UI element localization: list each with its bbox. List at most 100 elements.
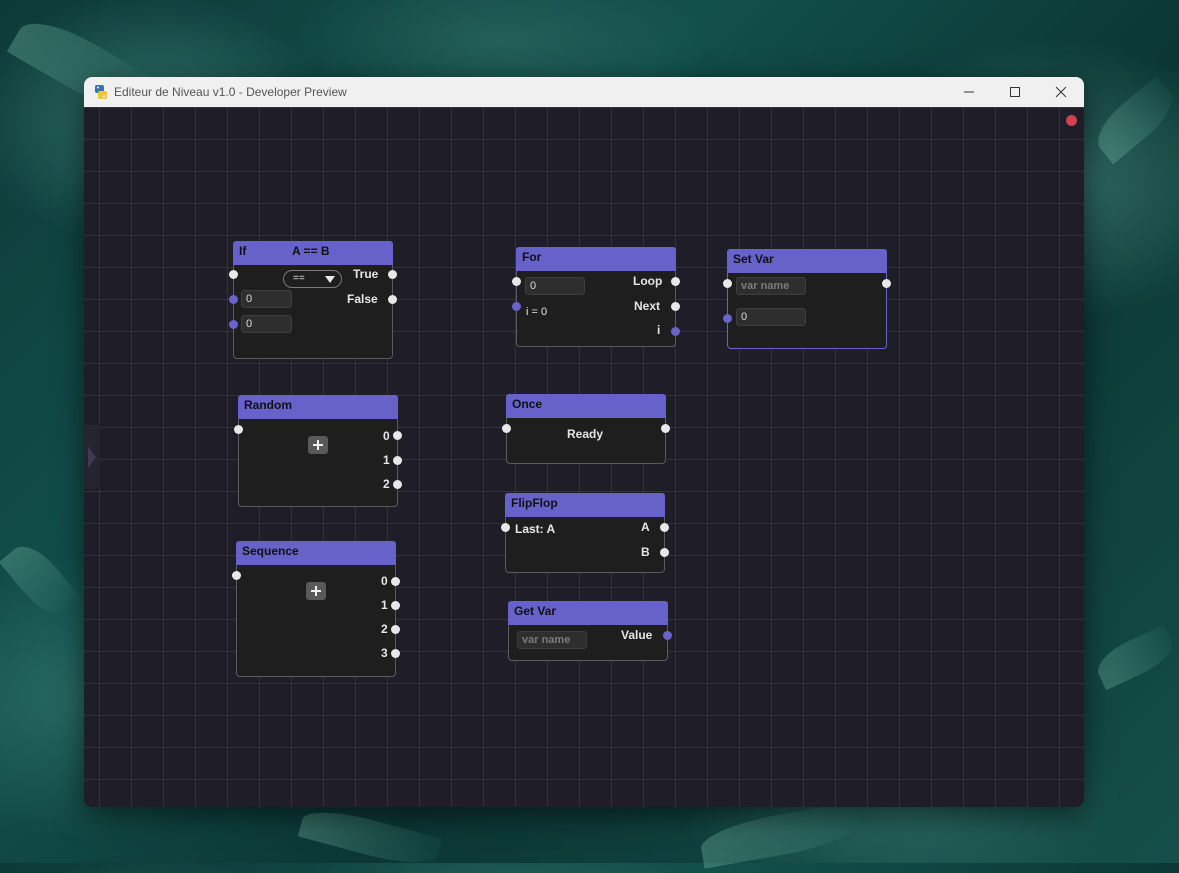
- maximize-icon: [1010, 87, 1020, 97]
- add-output-button[interactable]: [306, 582, 326, 600]
- output-port[interactable]: [393, 456, 402, 465]
- node-title: Sequence: [242, 544, 299, 558]
- input-a-port[interactable]: [229, 295, 238, 304]
- loop-output-label: Loop: [633, 274, 663, 288]
- set-var-node[interactable]: Set Var var name 0: [723, 249, 891, 349]
- output-port[interactable]: [391, 625, 400, 634]
- a-output-label: A: [641, 520, 650, 534]
- background-leaf: [1087, 75, 1179, 165]
- side-panel-toggle[interactable]: [84, 425, 100, 489]
- value-input-port[interactable]: [723, 314, 732, 323]
- output-port[interactable]: [391, 601, 400, 610]
- get-var-node[interactable]: Get Var var name Value: [508, 601, 672, 661]
- node-header[interactable]: For: [516, 247, 676, 271]
- sequence-node[interactable]: Sequence 0 1 2 3: [232, 541, 400, 677]
- node-canvas[interactable]: If A == B == 0 0 True False For 0 i = 0 …: [84, 107, 1084, 807]
- for-node[interactable]: For 0 i = 0 Loop Next i: [512, 247, 680, 347]
- exec-input-port[interactable]: [234, 425, 243, 434]
- output-port[interactable]: [391, 577, 400, 586]
- minimize-icon: [964, 91, 974, 93]
- node-title: If: [239, 244, 247, 258]
- index-label: i = 0: [526, 306, 548, 318]
- exec-input-port[interactable]: [232, 571, 241, 580]
- node-header[interactable]: Get Var: [508, 601, 668, 625]
- b-output-port[interactable]: [660, 548, 669, 557]
- count-input-port[interactable]: [512, 302, 521, 311]
- once-node[interactable]: Once Ready: [502, 394, 670, 464]
- node-title: Random: [244, 398, 292, 412]
- node-header[interactable]: Once: [506, 394, 666, 418]
- output-label: 0: [381, 574, 388, 588]
- node-title: Set Var: [733, 252, 774, 266]
- output-port[interactable]: [391, 649, 400, 658]
- maximize-button[interactable]: [992, 77, 1038, 107]
- title-bar[interactable]: Editeur de Niveau v1.0 - Developer Previ…: [84, 77, 1084, 107]
- a-output-port[interactable]: [660, 523, 669, 532]
- exec-output-port[interactable]: [661, 424, 670, 433]
- node-title: FlipFlop: [511, 496, 558, 510]
- b-output-label: B: [641, 545, 650, 559]
- last-state-label: Last: A: [515, 522, 556, 536]
- editor-window: Editeur de Niveau v1.0 - Developer Previ…: [84, 77, 1084, 807]
- value-output-label: Value: [621, 628, 653, 642]
- window-title: Editeur de Niveau v1.0 - Developer Previ…: [114, 85, 347, 99]
- operator-select[interactable]: ==: [283, 270, 342, 288]
- node-header[interactable]: FlipFlop: [505, 493, 665, 517]
- node-header[interactable]: Random: [238, 395, 398, 419]
- value-field[interactable]: 0: [736, 308, 806, 326]
- exec-input-port[interactable]: [502, 424, 511, 433]
- input-a-field[interactable]: 0: [241, 290, 292, 308]
- node-header[interactable]: Sequence: [236, 541, 396, 565]
- value-output-port[interactable]: [663, 631, 672, 640]
- var-name-field[interactable]: var name: [736, 277, 806, 295]
- node-header[interactable]: If A == B: [233, 241, 393, 265]
- once-state: Ready: [567, 427, 604, 441]
- background-leaf: [1091, 624, 1179, 691]
- output-port[interactable]: [393, 480, 402, 489]
- exec-input-port[interactable]: [229, 270, 238, 279]
- true-output-port[interactable]: [388, 270, 397, 279]
- chevron-right-icon: [88, 446, 96, 468]
- operator-value: ==: [293, 273, 305, 284]
- background-leaf: [297, 802, 443, 873]
- input-b-field[interactable]: 0: [241, 315, 292, 333]
- node-title: Get Var: [514, 604, 557, 618]
- output-port[interactable]: [393, 431, 402, 440]
- loop-output-port[interactable]: [671, 277, 680, 286]
- index-output-port[interactable]: [671, 327, 680, 336]
- exec-input-port[interactable]: [512, 277, 521, 286]
- input-b-port[interactable]: [229, 320, 238, 329]
- exec-input-port[interactable]: [723, 279, 732, 288]
- background-leaf: [0, 536, 82, 624]
- flipflop-node[interactable]: FlipFlop Last: A A B: [501, 493, 669, 573]
- output-label: 1: [381, 598, 388, 612]
- python-app-icon: [93, 84, 109, 100]
- status-indicator: [1066, 115, 1077, 126]
- exec-input-port[interactable]: [501, 523, 510, 532]
- close-button[interactable]: [1038, 77, 1084, 107]
- output-label: 2: [381, 622, 388, 636]
- false-output-label: False: [347, 292, 378, 306]
- false-output-port[interactable]: [388, 295, 397, 304]
- true-output-label: True: [353, 267, 379, 281]
- loop-count-field[interactable]: 0: [525, 277, 585, 295]
- node-header[interactable]: Set Var: [727, 249, 887, 273]
- output-label: 3: [381, 646, 388, 660]
- node-title: For: [522, 250, 542, 264]
- var-name-field[interactable]: var name: [517, 631, 587, 649]
- node-title: Once: [512, 397, 543, 411]
- output-label: 1: [383, 453, 390, 467]
- close-icon: [1055, 86, 1067, 98]
- if-condition: A == B: [292, 244, 330, 258]
- if-node[interactable]: If A == B == 0 0 True False: [229, 241, 397, 359]
- index-output-label: i: [657, 323, 661, 337]
- next-output-port[interactable]: [671, 302, 680, 311]
- chevron-down-icon: [325, 276, 335, 283]
- background-leaf: [697, 801, 863, 869]
- output-label: 0: [383, 429, 390, 443]
- exec-output-port[interactable]: [882, 279, 891, 288]
- add-output-button[interactable]: [308, 436, 328, 454]
- next-output-label: Next: [634, 299, 661, 313]
- minimize-button[interactable]: [946, 77, 992, 107]
- random-node[interactable]: Random 0 1 2: [234, 395, 402, 507]
